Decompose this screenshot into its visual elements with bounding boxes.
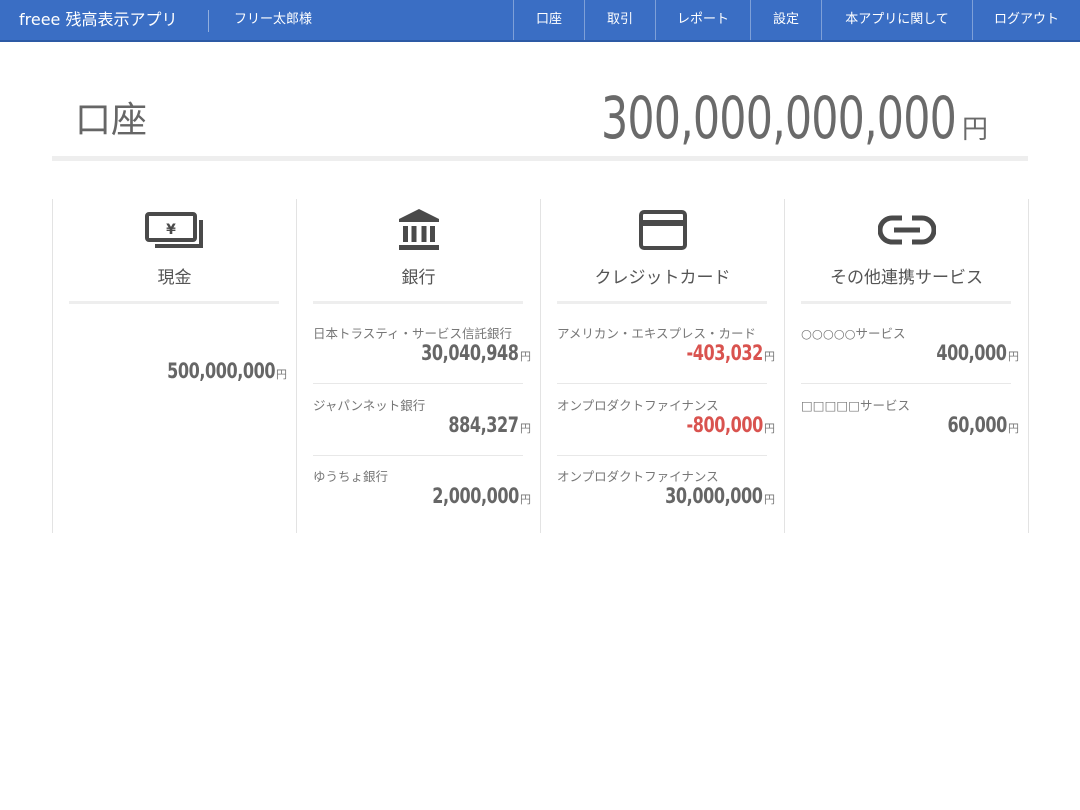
bank-icon bbox=[297, 207, 540, 253]
account-value: -403,032 bbox=[686, 341, 764, 365]
account-value: 2,000,000 bbox=[432, 484, 519, 508]
column-bank: 銀行 日本トラスティ・サービス信託銀行 30,040,948 円 ジャパンネット… bbox=[296, 199, 540, 533]
column-title: 現金 bbox=[157, 268, 192, 288]
column-credit-card: クレジットカード アメリカン・エキスプレス・カード -403,032 円 オンプ… bbox=[540, 199, 784, 533]
account-value: 400,000 bbox=[936, 341, 1008, 365]
account-amount: 30,040,948 円 bbox=[404, 341, 531, 365]
account-amount: 400,000 円 bbox=[924, 341, 1019, 365]
navbar-divider bbox=[208, 10, 209, 32]
account-columns: ¥ 現金 500,000,000 円 銀行 日本トラスティ・サービス信託銀行 3… bbox=[52, 199, 1029, 533]
column-cash: ¥ 現金 500,000,000 円 bbox=[52, 199, 296, 533]
page-title: 口座 bbox=[75, 100, 148, 141]
total-unit: 円 bbox=[961, 115, 988, 145]
nav-item-accounts[interactable]: 口座 bbox=[513, 0, 584, 40]
account-name: ジャパンネット銀行 bbox=[313, 398, 426, 413]
account-name: ゆうちょ銀行 bbox=[313, 469, 389, 484]
column-divider bbox=[801, 301, 1011, 304]
header-divider bbox=[52, 156, 1028, 161]
currency-unit: 円 bbox=[520, 422, 531, 435]
total-balance: 300,000,000,000 円 bbox=[523, 84, 988, 152]
account-amount: 60,000 円 bbox=[937, 413, 1019, 437]
account-divider bbox=[313, 383, 523, 384]
account-value: 500,000,000 bbox=[166, 359, 276, 383]
account-value: -800,000 bbox=[686, 413, 764, 437]
currency-unit: 円 bbox=[764, 493, 775, 506]
currency-unit: 円 bbox=[1008, 422, 1019, 435]
account-name: オンプロダクトファイナンス bbox=[557, 469, 719, 484]
total-amount: 300,000,000,000 bbox=[600, 84, 957, 152]
currency-unit: 円 bbox=[276, 368, 287, 381]
column-divider bbox=[69, 301, 279, 304]
nav-item-reports[interactable]: レポート bbox=[655, 0, 750, 40]
column-title: クレジットカード bbox=[594, 268, 731, 288]
column-divider bbox=[557, 301, 767, 304]
currency-unit: 円 bbox=[764, 350, 775, 363]
account-amount: 500,000,000 円 bbox=[148, 359, 287, 383]
nav-item-settings[interactable]: 設定 bbox=[750, 0, 821, 40]
account-value: 30,040,948 bbox=[421, 341, 520, 365]
account-amount: 884,327 円 bbox=[436, 413, 531, 437]
account-amount: -403,032 円 bbox=[673, 341, 775, 365]
currency-unit: 円 bbox=[1008, 350, 1019, 363]
account-amount: -800,000 円 bbox=[673, 413, 775, 437]
svg-text:¥: ¥ bbox=[166, 222, 176, 238]
nav-item-logout[interactable]: ログアウト bbox=[972, 0, 1080, 40]
account-name: □□□□□サービス bbox=[801, 398, 911, 413]
navbar: freee 残高表示アプリ フリー太郎様 口座 取引 レポート 設定 本アプリに… bbox=[0, 0, 1080, 42]
account-value: 60,000 bbox=[947, 413, 1008, 437]
nav-item-about[interactable]: 本アプリに関して bbox=[821, 0, 972, 40]
account-name: オンプロダクトファイナンス bbox=[557, 398, 719, 413]
account-amount: 30,000,000 円 bbox=[648, 484, 775, 508]
link-icon bbox=[785, 207, 1028, 253]
account-name: ○○○○○サービス bbox=[801, 326, 906, 341]
column-title: 銀行 bbox=[401, 268, 436, 288]
account-divider bbox=[557, 455, 767, 456]
currency-unit: 円 bbox=[764, 422, 775, 435]
currency-unit: 円 bbox=[520, 493, 531, 506]
column-divider bbox=[313, 301, 523, 304]
account-name: アメリカン・エキスプレス・カード bbox=[557, 326, 757, 341]
credit-card-icon bbox=[541, 207, 784, 253]
account-divider bbox=[557, 383, 767, 384]
nav-menu: 口座 取引 レポート 設定 本アプリに関して ログアウト bbox=[513, 0, 1080, 40]
app-brand[interactable]: freee 残高表示アプリ bbox=[19, 0, 177, 40]
account-divider bbox=[801, 383, 1011, 384]
account-name: 日本トラスティ・サービス信託銀行 bbox=[313, 326, 513, 341]
user-name: フリー太郎様 bbox=[234, 12, 313, 27]
column-title: その他連携サービス bbox=[830, 268, 983, 288]
account-value: 30,000,000 bbox=[665, 484, 764, 508]
account-value: 884,327 bbox=[448, 413, 520, 437]
account-divider bbox=[313, 455, 523, 456]
nav-item-transactions[interactable]: 取引 bbox=[584, 0, 655, 40]
column-other-services: その他連携サービス ○○○○○サービス 400,000 円 □□□□□サービス … bbox=[784, 199, 1029, 533]
currency-unit: 円 bbox=[520, 350, 531, 363]
account-amount: 2,000,000 円 bbox=[417, 484, 531, 508]
cash-icon: ¥ bbox=[53, 207, 296, 253]
